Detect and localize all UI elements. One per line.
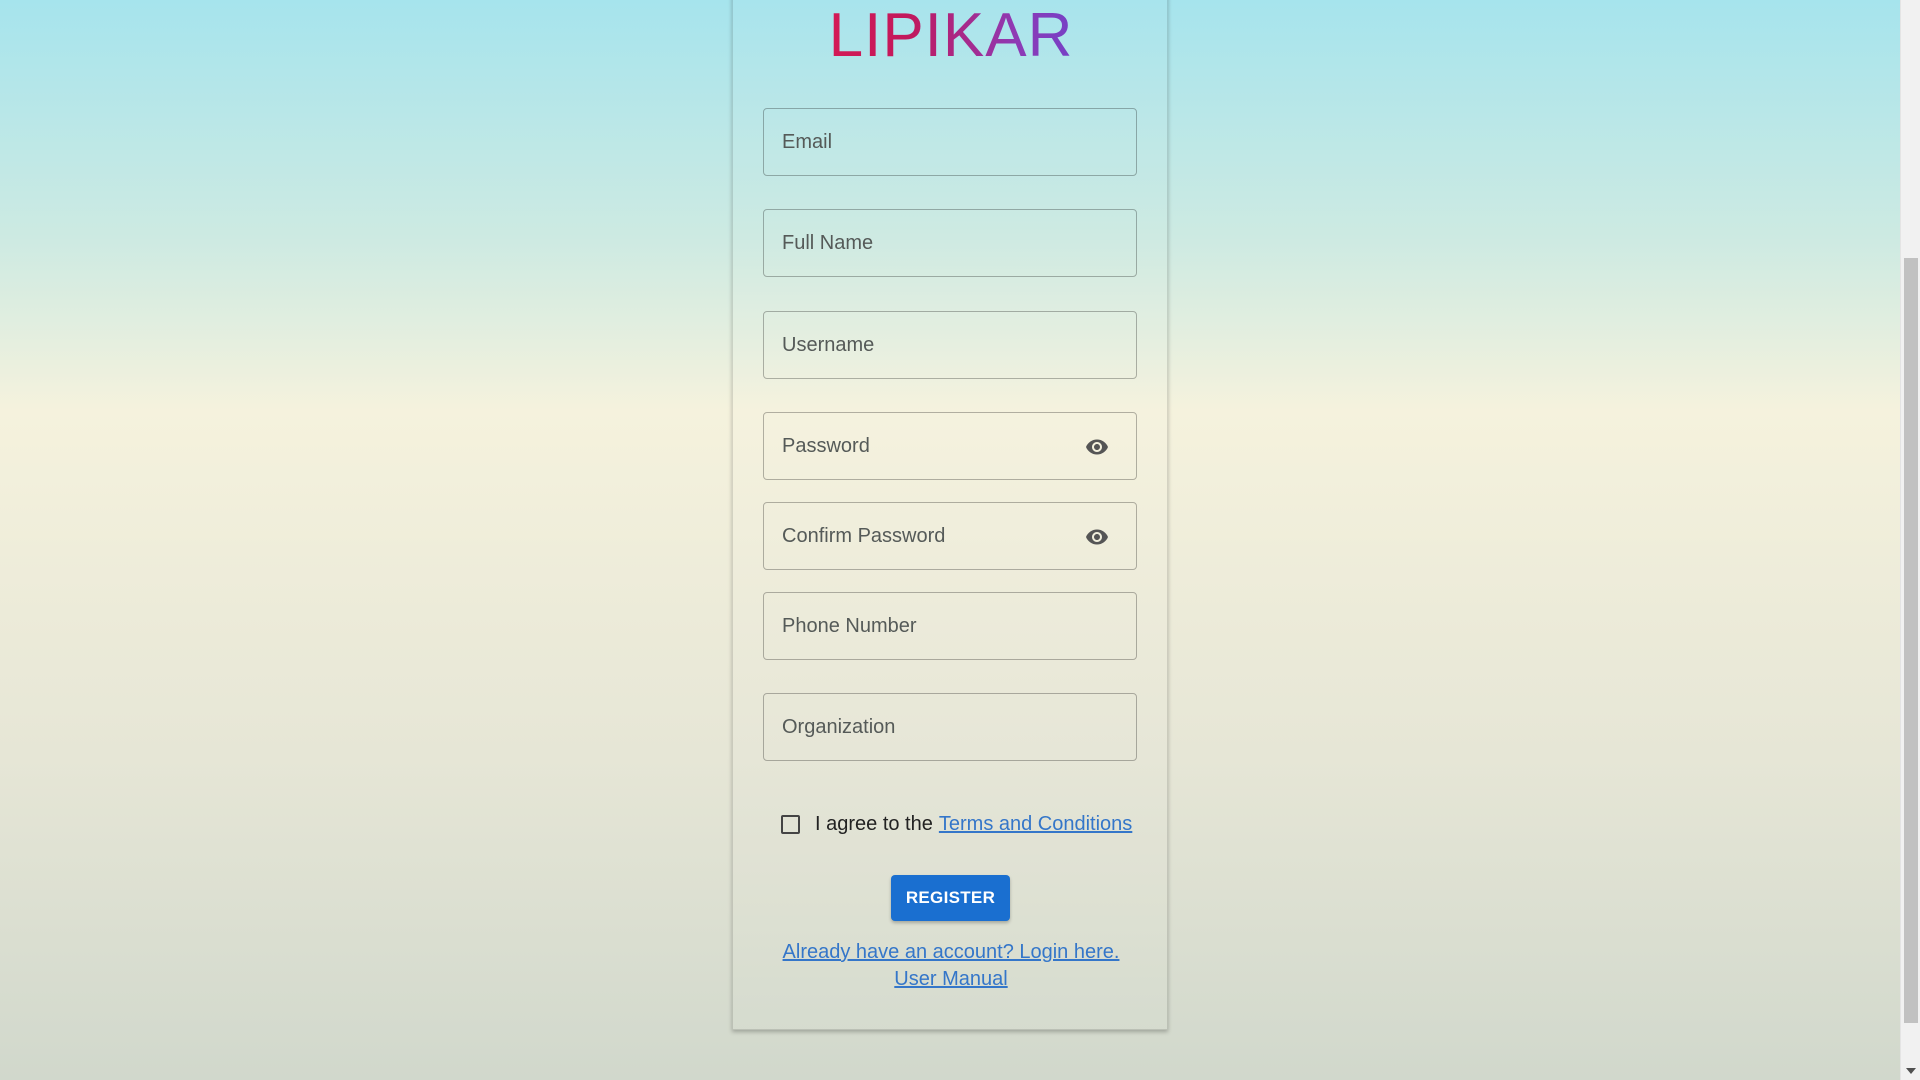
confirm-password-field[interactable] [764, 503, 1136, 569]
app-logo: LIPIKAR [733, 0, 1169, 73]
full-name-field-container [763, 209, 1137, 277]
organization-field-container [763, 693, 1137, 761]
password-field-container [763, 412, 1137, 480]
scroll-down-arrow-icon[interactable] [1906, 1068, 1916, 1074]
phone-number-field-container [763, 592, 1137, 660]
terms-prefix-label: I agree to the [815, 812, 933, 835]
login-link[interactable]: Already have an account? Login here. [783, 941, 1120, 963]
register-card: LIPIKAR I agree to the Terms and Conditi… [732, 0, 1168, 1030]
email-field-container [763, 108, 1137, 176]
organization-field[interactable] [764, 694, 1136, 760]
email-field[interactable] [764, 109, 1136, 175]
eye-icon[interactable] [1082, 525, 1112, 549]
register-button[interactable]: REGISTER [891, 875, 1010, 921]
full-name-field[interactable] [764, 210, 1136, 276]
phone-number-field[interactable] [764, 593, 1136, 659]
eye-icon[interactable] [1082, 435, 1112, 459]
scrollbar-thumb[interactable] [1904, 258, 1918, 1023]
confirm-password-field-container [763, 502, 1137, 570]
terms-link[interactable]: Terms and Conditions [939, 813, 1132, 836]
user-manual-link[interactable]: User Manual [894, 968, 1007, 990]
terms-checkbox[interactable] [781, 814, 800, 834]
terms-agreement: I agree to the Terms and Conditions [781, 811, 1132, 837]
username-field-container [763, 311, 1137, 379]
password-field[interactable] [764, 413, 1136, 479]
username-field[interactable] [764, 312, 1136, 378]
bottom-links: Already have an account? Login here. Use… [733, 939, 1169, 993]
vertical-scrollbar[interactable] [1900, 0, 1920, 1080]
